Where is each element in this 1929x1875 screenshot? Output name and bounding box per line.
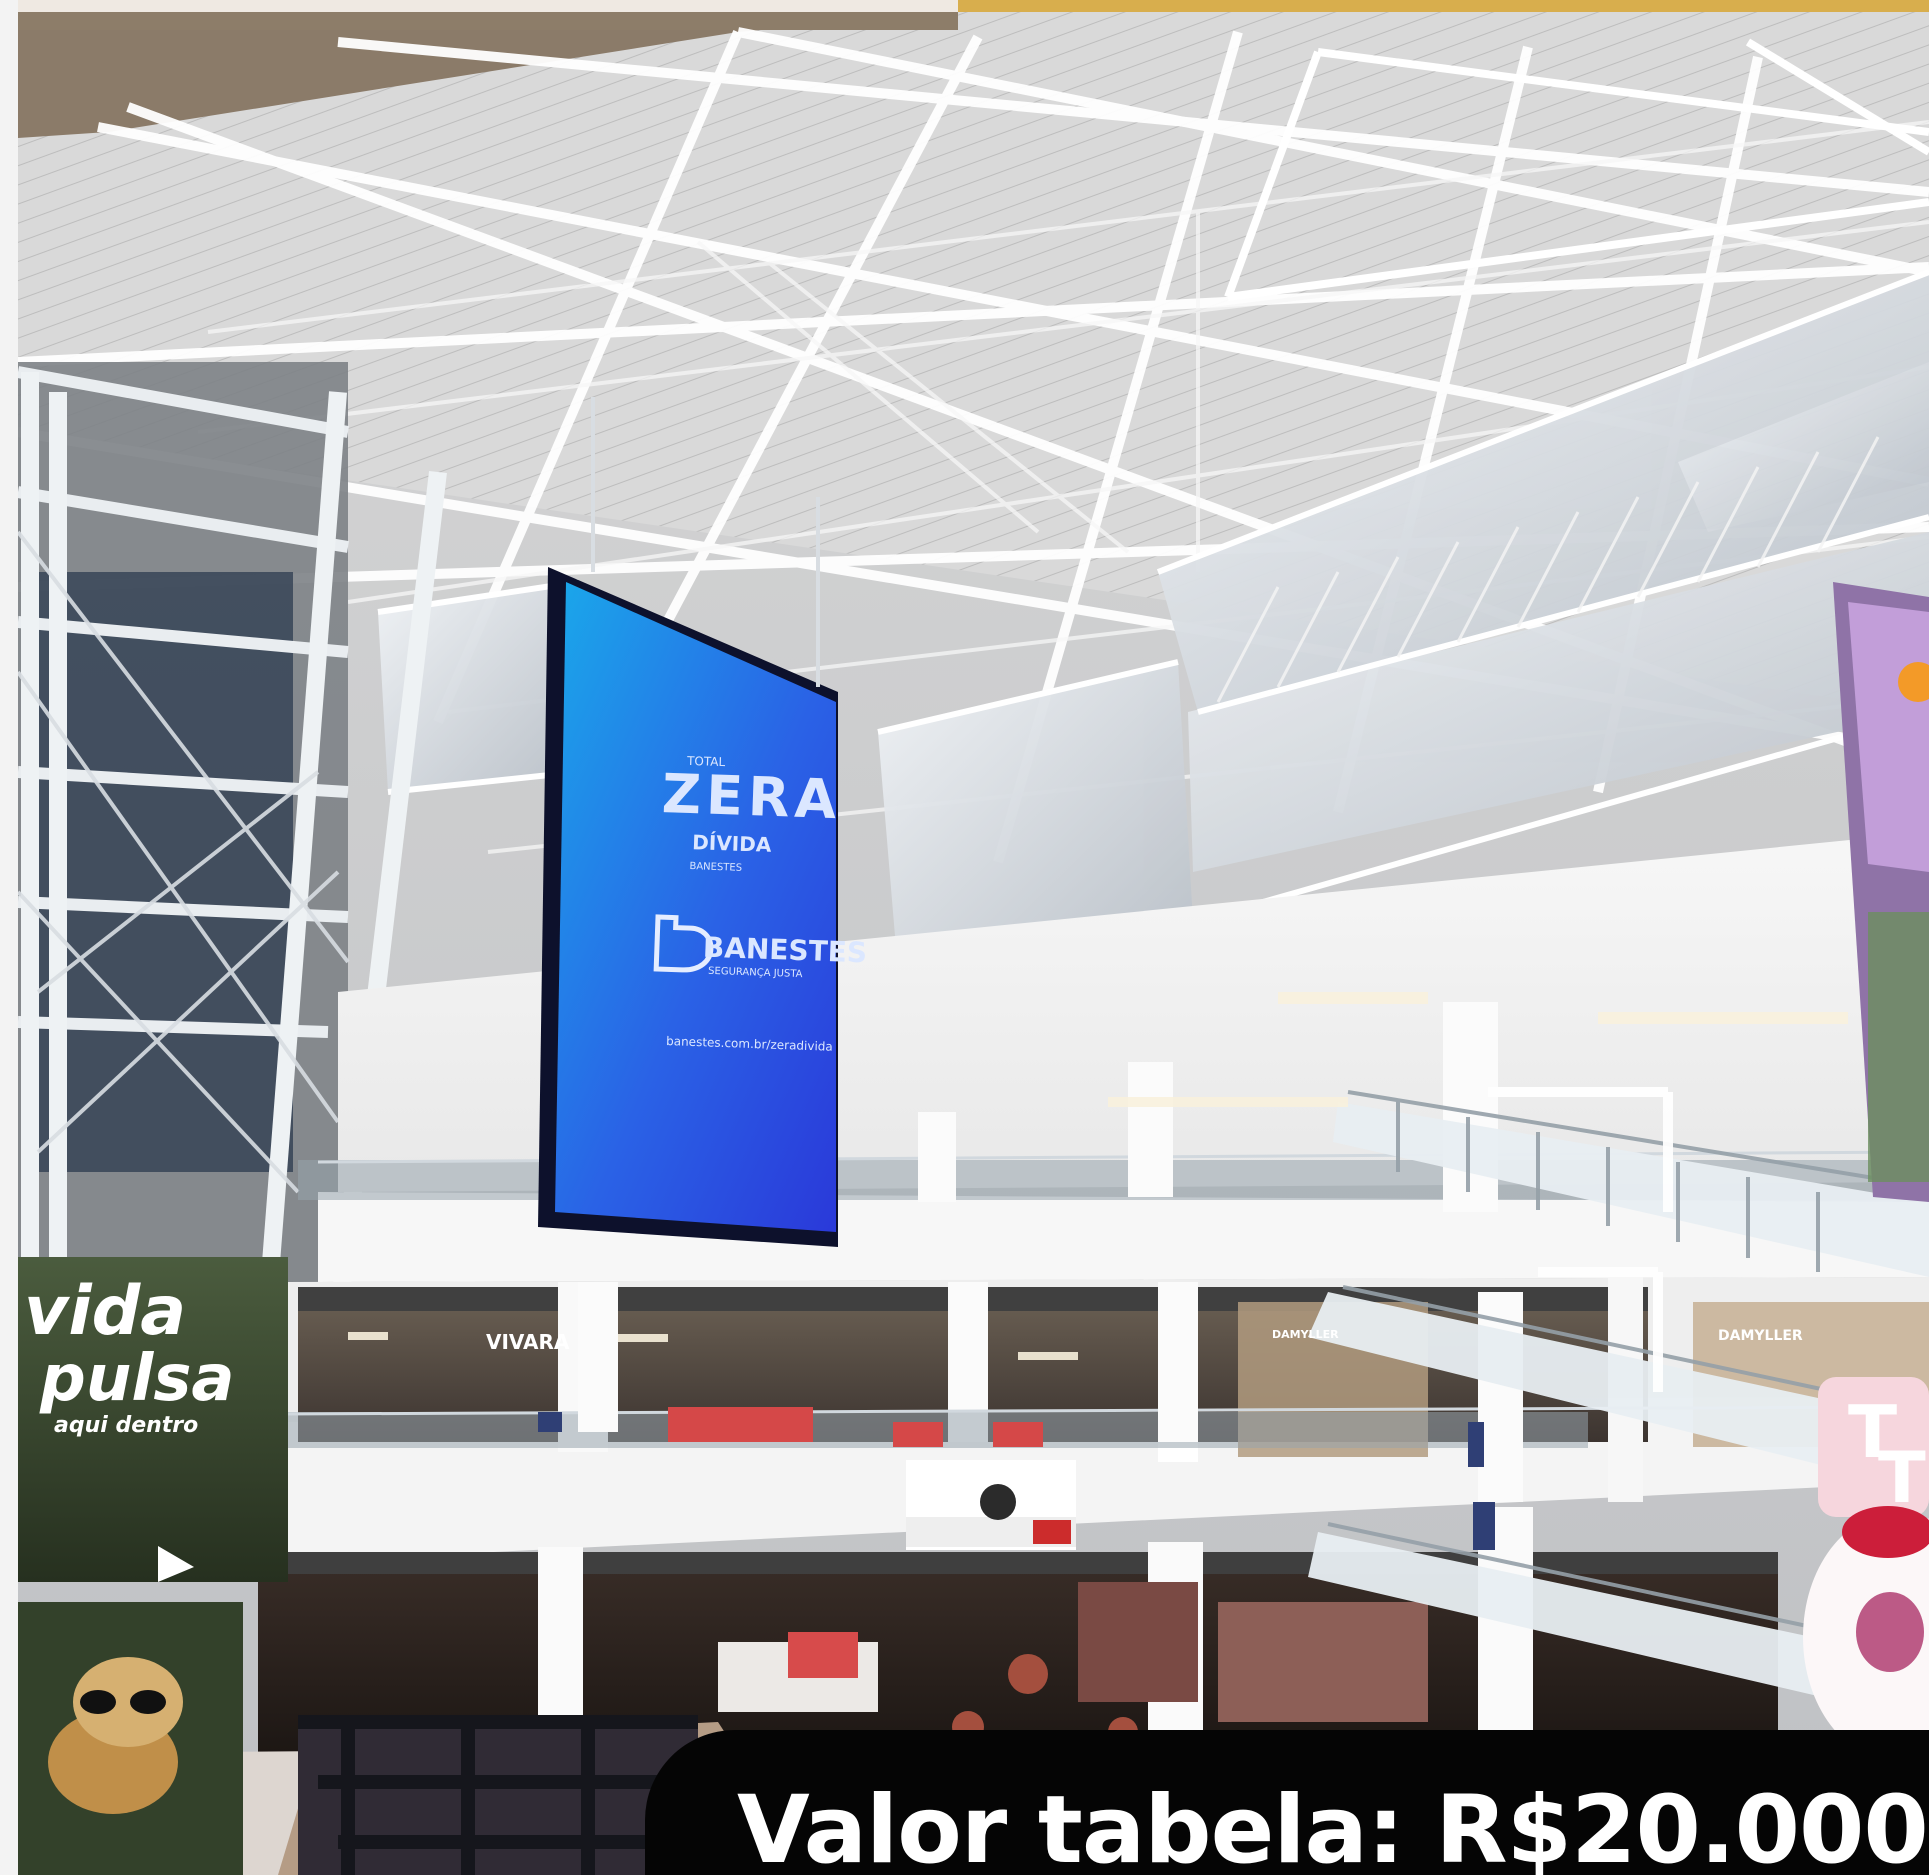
photo-stage: T T TOTAL ZERA DÍVIDA BANESTES BANESTES … — [0, 0, 1929, 1875]
store-sign-damyller-2: DAMYLLER — [1718, 1328, 1803, 1344]
left-sign-line1: vida — [24, 1272, 186, 1351]
screen-subtitle: BANESTES — [689, 861, 742, 874]
store-sign-vivara: VIVARA — [486, 1330, 570, 1354]
screen-title-main: ZERA — [661, 762, 843, 831]
caption-text: Valor tabela: R$20.000 — [737, 1776, 1929, 1875]
left-margin — [0, 0, 18, 1875]
screen-title-sub: DÍVIDA — [692, 830, 772, 857]
top-strip-accent — [958, 0, 1929, 12]
left-sign-line3: aqui dentro — [54, 1413, 198, 1438]
screen-brand: BANESTES — [702, 931, 867, 970]
store-sign-damyller-1: DAMYLLER — [1272, 1328, 1339, 1341]
mall-photo: T T TOTAL ZERA DÍVIDA BANESTES BANESTES … — [18, 12, 1929, 1875]
caption-box: Valor tabela: R$20.000 — [645, 1730, 1929, 1875]
mall-photo-svg: T T TOTAL ZERA DÍVIDA BANESTES BANESTES … — [18, 12, 1929, 1875]
top-strip-left — [18, 0, 958, 12]
left-sign-line2: pulsa — [39, 1342, 235, 1416]
